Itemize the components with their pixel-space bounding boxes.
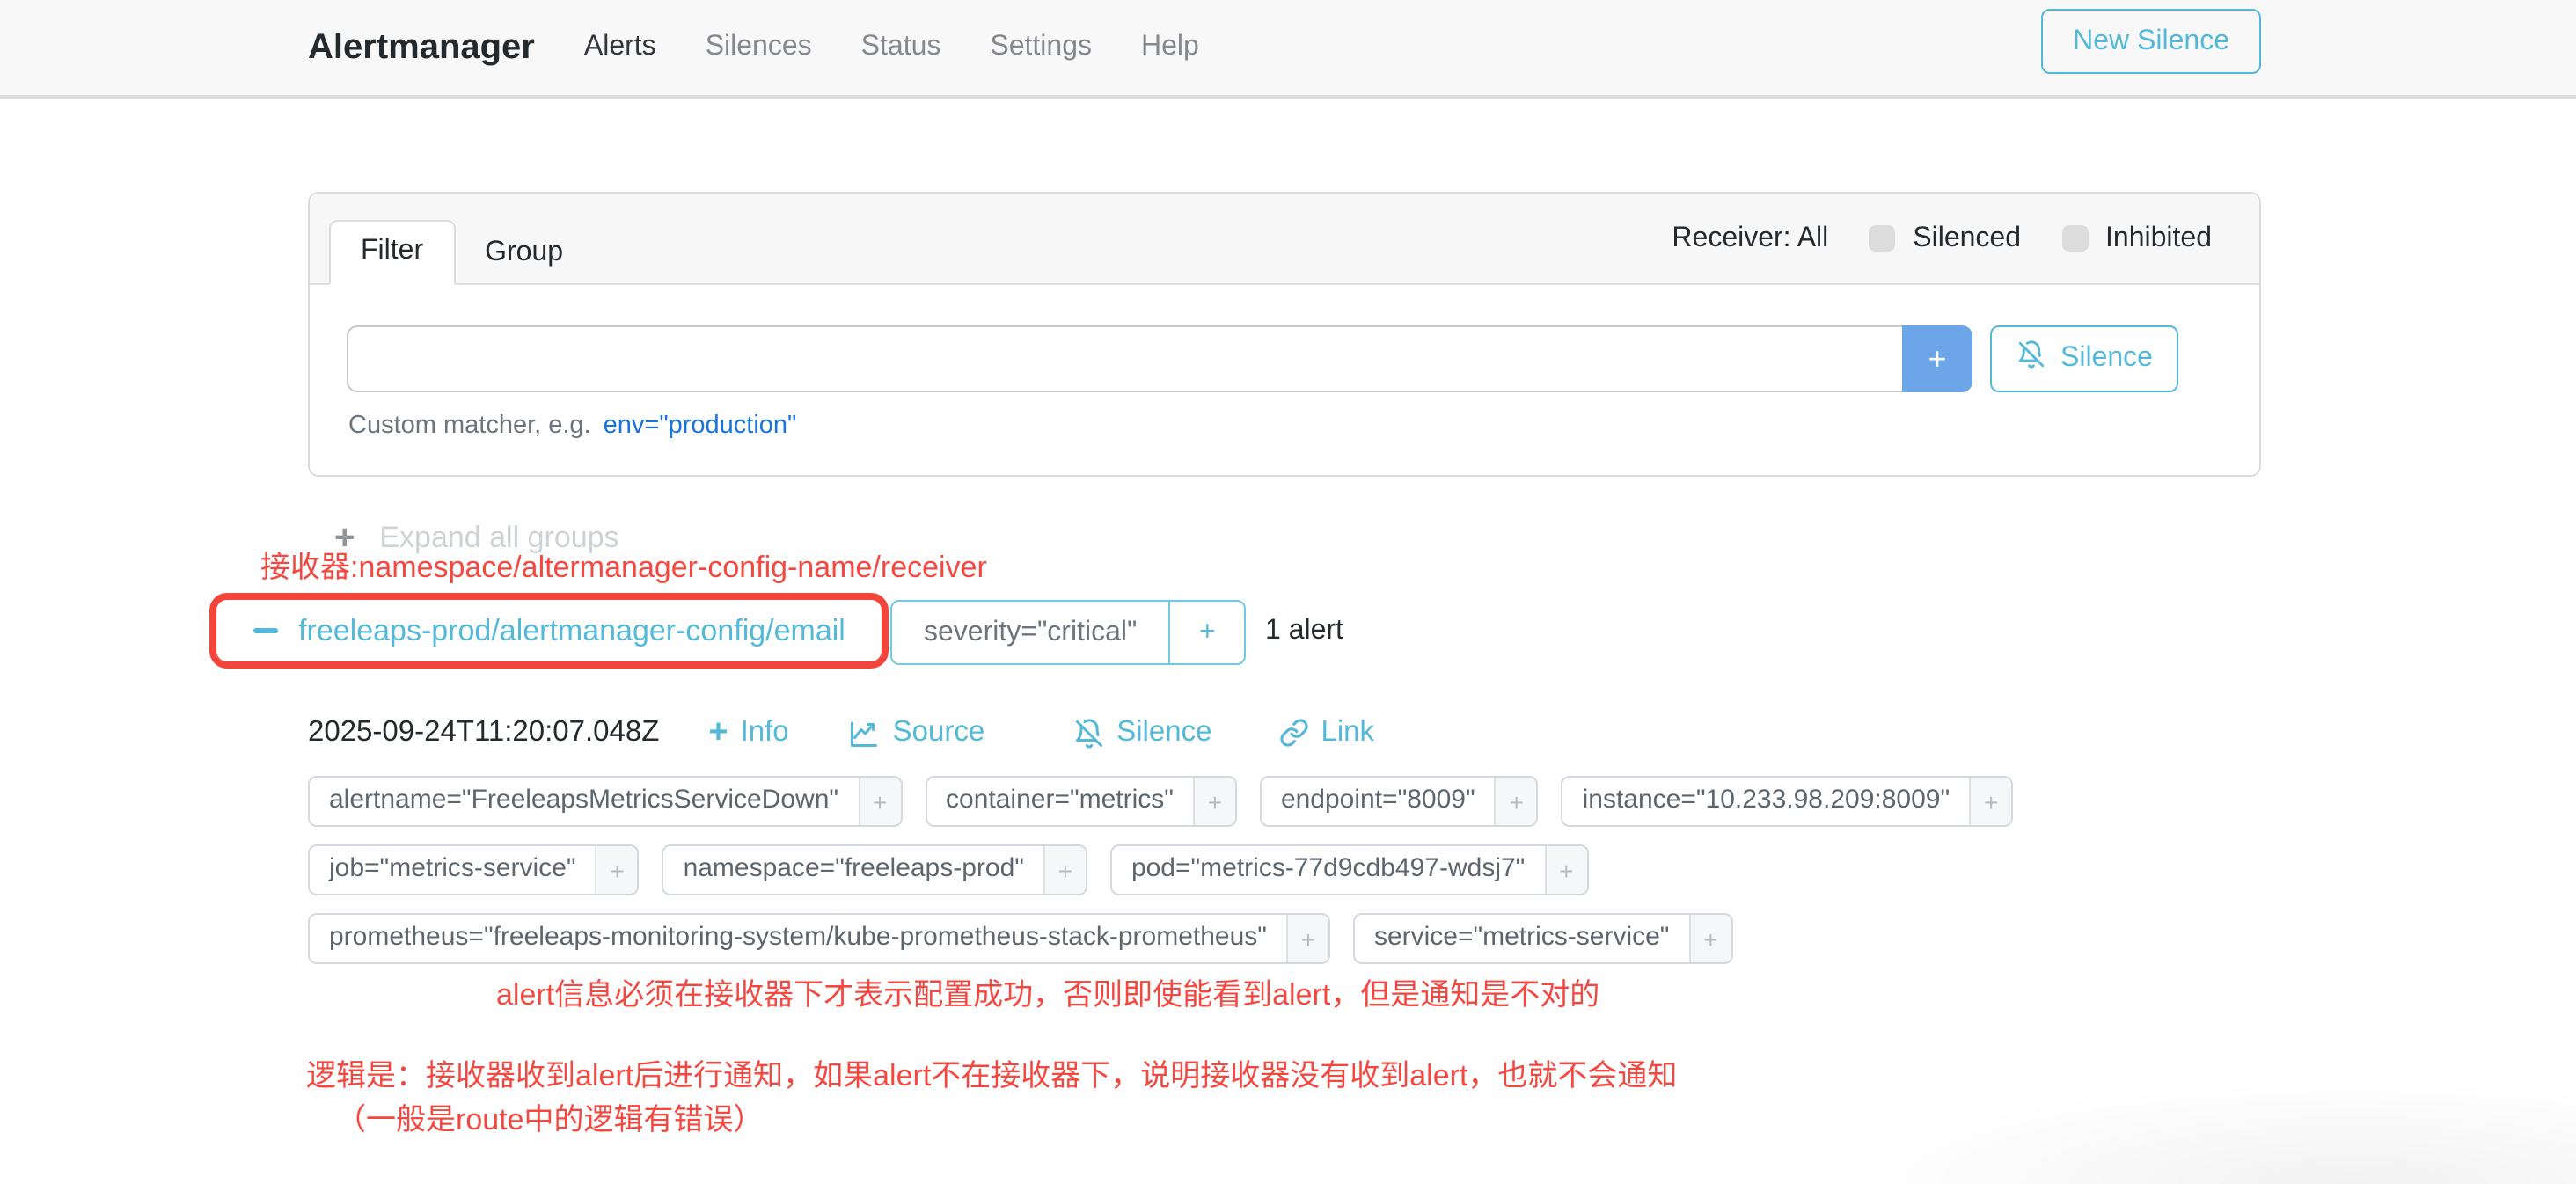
navbar: Alertmanager Alerts Silences Status Sett…: [0, 0, 2576, 99]
annotation-logic-note-line1: 逻辑是：接收器收到alert后进行通知，如果alert不在接收器下，说明接收器没…: [306, 1050, 1677, 1094]
chart-icon: [849, 717, 881, 749]
filter-tabs: Filter Group: [329, 220, 593, 285]
add-label-filter-button[interactable]: +: [1286, 915, 1328, 962]
add-label-filter-button[interactable]: +: [1688, 915, 1731, 962]
filter-panel-header: Filter Group Receiver: All Silenced Inhi…: [310, 194, 2259, 285]
label-text: namespace="freeleaps-prod": [664, 846, 1043, 894]
link-label: Link: [1321, 716, 1374, 749]
add-label-filter-button[interactable]: +: [596, 846, 638, 894]
alert-label: job="metrics-service" +: [308, 844, 640, 895]
annotation-highlight-box: freeleaps-prod/alertmanager-config/email: [209, 593, 889, 669]
add-label-filter-button[interactable]: +: [1193, 778, 1235, 825]
new-silence-button[interactable]: New Silence: [2041, 9, 2261, 74]
annotation-receiver-note: 接收器:namespace/altermanager-config-name/r…: [260, 542, 987, 586]
nav-help[interactable]: Help: [1116, 32, 1224, 63]
matcher-input[interactable]: [347, 325, 1902, 392]
silenced-checkbox[interactable]: Silenced: [1869, 223, 2021, 254]
bell-slash-icon: [1072, 717, 1104, 749]
add-label-filter-button[interactable]: +: [858, 778, 900, 825]
alert-label: service="metrics-service" +: [1353, 913, 1733, 964]
add-group-matcher-button[interactable]: +: [1168, 602, 1244, 663]
alert-header-row: 2025-09-24T11:20:07.048Z + Info Source S: [308, 716, 1374, 749]
alert-label: namespace="freeleaps-prod" +: [662, 844, 1087, 895]
filter-options: Receiver: All Silenced Inhibited: [1672, 194, 2212, 283]
receiver-group-toggle[interactable]: freeleaps-prod/alertmanager-config/email: [242, 611, 856, 650]
alert-count: 1 alert: [1265, 616, 1343, 647]
annotation-logic-note-line2: （一般是route中的逻辑有错误）: [336, 1094, 764, 1138]
add-label-filter-button[interactable]: +: [1043, 846, 1086, 894]
link-icon: [1278, 718, 1308, 748]
info-label: Info: [741, 716, 789, 749]
source-button[interactable]: Source: [849, 716, 985, 749]
label-text: pod="metrics-77d9cdb497-wdsj7": [1112, 846, 1544, 894]
add-label-filter-button[interactable]: +: [1544, 846, 1586, 894]
alert-label: instance="10.233.98.209:8009" +: [1562, 776, 2014, 827]
add-label-filter-button[interactable]: +: [1969, 778, 2011, 825]
inhibited-checkbox-label: Inhibited: [2105, 223, 2212, 254]
alert-label: prometheus="freeleaps-monitoring-system/…: [308, 913, 1330, 964]
info-button[interactable]: + Info: [708, 716, 788, 749]
annotation-alert-note: alert信息必须在接收器下才表示配置成功，否则即使能看到alert，但是通知是…: [496, 969, 1599, 1013]
nav-settings[interactable]: Settings: [965, 32, 1116, 63]
silence-from-filter-button[interactable]: Silence: [1990, 325, 2179, 392]
alert-label: pod="metrics-77d9cdb497-wdsj7" +: [1110, 844, 1588, 895]
bell-slash-icon: [2016, 340, 2046, 378]
checkbox-icon[interactable]: [1869, 225, 1895, 252]
silence-button-label: Silence: [2060, 343, 2153, 375]
group-matcher: severity="critical" +: [890, 600, 1246, 665]
label-text: endpoint="8009": [1262, 778, 1495, 825]
nav-status[interactable]: Status: [837, 32, 966, 63]
alert-label: container="metrics" +: [925, 776, 1237, 827]
alert-label: endpoint="8009" +: [1260, 776, 1539, 827]
add-matcher-button[interactable]: +: [1902, 325, 1972, 392]
label-text: container="metrics": [926, 778, 1193, 825]
minus-icon: [252, 628, 277, 633]
app-title[interactable]: Alertmanager: [308, 27, 535, 68]
receiver-group-name: freeleaps-prod/alertmanager-config/email: [298, 613, 845, 648]
link-button[interactable]: Link: [1278, 716, 1374, 749]
source-label: Source: [893, 716, 985, 749]
silence-alert-label: Silence: [1116, 716, 1211, 749]
plus-icon: +: [708, 716, 728, 749]
receiver-filter-toggle[interactable]: Receiver: All: [1672, 223, 1828, 254]
tab-filter[interactable]: Filter: [329, 220, 455, 285]
background-shading: [1837, 1078, 2576, 1184]
alertmanager-page: Alertmanager Alerts Silences Status Sett…: [0, 0, 2576, 1184]
group-matcher-label: severity="critical": [892, 602, 1168, 663]
add-label-filter-button[interactable]: +: [1495, 778, 1537, 825]
label-text: job="metrics-service": [310, 846, 596, 894]
matcher-hint: Custom matcher, e.g. env="production": [348, 412, 796, 440]
matcher-example-link[interactable]: env="production": [604, 412, 797, 440]
alert-label: alertname="FreeleapsMetricsServiceDown" …: [308, 776, 902, 827]
label-text: instance="10.233.98.209:8009": [1563, 778, 1970, 825]
silenced-checkbox-label: Silenced: [1913, 223, 2021, 254]
checkbox-icon[interactable]: [2061, 225, 2088, 252]
label-text: service="metrics-service": [1355, 915, 1689, 962]
filter-panel-body: + Silence Custom matcher, e.g. env="produ…: [310, 285, 2259, 479]
label-text: alertname="FreeleapsMetricsServiceDown": [310, 778, 858, 825]
alert-labels: alertname="FreeleapsMetricsServiceDown" …: [308, 776, 2013, 982]
hint-text: Custom matcher, e.g.: [348, 412, 591, 440]
silence-alert-button[interactable]: Silence: [1072, 716, 1211, 749]
tab-group[interactable]: Group: [455, 223, 593, 285]
label-text: prometheus="freeleaps-monitoring-system/…: [310, 915, 1286, 962]
main-nav: Alerts Silences Status Settings Help: [560, 32, 1224, 63]
nav-alerts[interactable]: Alerts: [560, 32, 681, 63]
filter-panel: Filter Group Receiver: All Silenced Inhi…: [308, 192, 2261, 477]
inhibited-checkbox[interactable]: Inhibited: [2061, 223, 2212, 254]
alert-timestamp: 2025-09-24T11:20:07.048Z: [308, 716, 659, 749]
nav-silences[interactable]: Silences: [681, 32, 837, 63]
